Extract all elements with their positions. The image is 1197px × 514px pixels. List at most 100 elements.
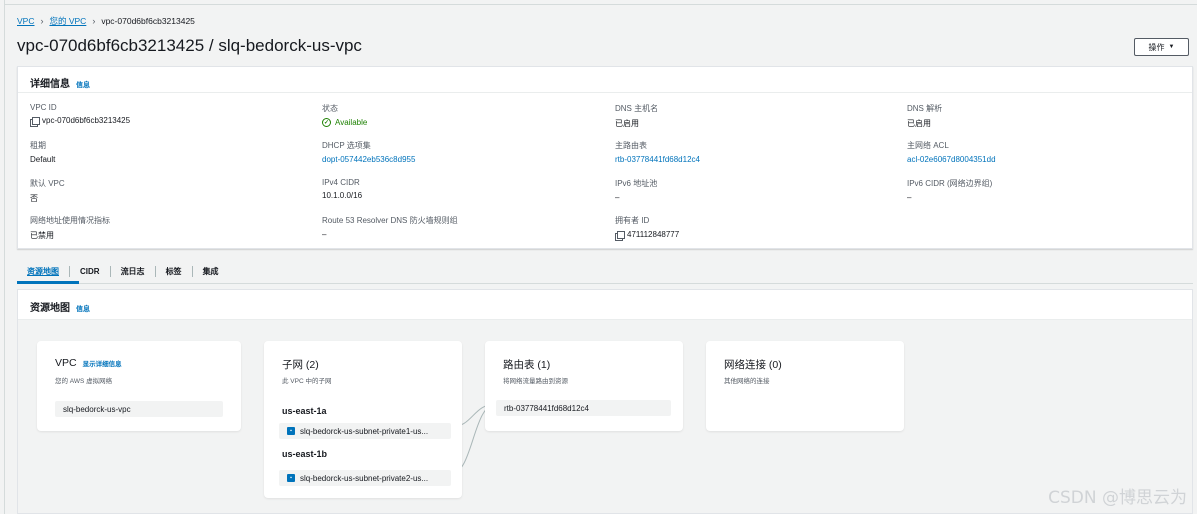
detail-main-acl: 主网络 ACL acl-02e6067d8004351dd: [907, 140, 996, 164]
detail-label: VPC ID: [30, 103, 57, 112]
subnet-card-title-row: 子网 (2): [282, 357, 319, 372]
tab-integrations[interactable]: 集成: [193, 266, 229, 277]
tab-bar: 资源地图 CIDR 流日志 标签 集成: [17, 259, 229, 283]
details-panel: 详细信息 信息 VPC ID vpc-070d6bf6cb3213425 租期 …: [17, 66, 1193, 249]
network-card-subtitle: 其他网络的连接: [724, 378, 770, 385]
details-header: 详细信息 信息: [18, 67, 1192, 93]
check-circle-icon: ✓: [322, 118, 331, 127]
actions-button-label: 操作: [1148, 42, 1165, 52]
breadcrumb-your-vpcs-link[interactable]: 您的 VPC: [49, 15, 86, 27]
detail-ipv4-cidr: IPv4 CIDR 10.1.0.0/16: [322, 178, 362, 200]
detail-vpc-id: VPC ID vpc-070d6bf6cb3213425: [30, 103, 131, 127]
route-table-card: 路由表 (1) 将网络流量路由到资源 rtb-03778441fd68d12c4: [485, 341, 683, 431]
breadcrumb-current: vpc-070d6bf6cb3213425: [101, 16, 195, 26]
detail-route53-firewall: Route 53 Resolver DNS 防火墙规则组 –: [322, 215, 458, 239]
detail-label: 状态: [322, 104, 338, 113]
main-network-acl-link[interactable]: acl-02e6067d8004351dd: [907, 155, 996, 164]
status-badge: Available: [335, 118, 368, 127]
caret-down-icon: ▼: [1168, 44, 1175, 50]
detail-label: 主网络 ACL: [907, 141, 949, 150]
vpc-card-subtitle: 您的 AWS 虚拟网络: [55, 378, 113, 385]
frame-border-top: [4, 4, 1197, 5]
detail-label: 主路由表: [615, 141, 647, 150]
detail-value: –: [907, 193, 912, 202]
detail-value: vpc-070d6bf6cb3213425: [30, 116, 131, 127]
detail-value: 已禁用: [30, 231, 54, 240]
detail-default-vpc: 默认 VPC 否: [30, 178, 65, 204]
detail-dns-resolution: DNS 解析 已启用: [907, 103, 942, 129]
details-info-link[interactable]: 信息: [76, 80, 90, 90]
tabs-divider: [17, 283, 1193, 284]
subnet-name: slq-bedorck-us-subnet-private2-us...: [300, 473, 429, 483]
detail-state: 状态 ✓ Available: [322, 103, 367, 127]
dhcp-options-link[interactable]: dopt-057442eb536c8d955: [322, 155, 415, 164]
detail-label: 拥有者 ID: [615, 216, 650, 225]
detail-label: DNS 解析: [907, 104, 943, 113]
detail-network-usage-metrics: 网络地址使用情况指标 已禁用: [30, 215, 110, 241]
route-table-name: rtb-03778441fd68d12c4: [504, 403, 589, 413]
tab-resource-map[interactable]: 资源地图: [17, 265, 70, 277]
subnet-chip-private2[interactable]: ▪ slq-bedorck-us-subnet-private2-us...: [279, 470, 451, 486]
main-route-table-link[interactable]: rtb-03778441fd68d12c4: [615, 155, 700, 164]
actions-button[interactable]: 操作 ▼: [1134, 38, 1189, 56]
frame-border-left: [4, 0, 5, 514]
network-card-title: 网络连接 (0): [724, 359, 782, 371]
subnet-chip-private1[interactable]: ▪ slq-bedorck-us-subnet-private1-us...: [279, 423, 451, 439]
copy-icon[interactable]: [615, 230, 625, 241]
vpc-resource-chip[interactable]: slq-bedorck-us-vpc: [55, 401, 223, 417]
route-card-subtitle: 将网络流量路由到资源: [503, 378, 568, 385]
chevron-right-icon: ›: [40, 16, 44, 26]
detail-value: 否: [30, 194, 38, 203]
subnet-name: slq-bedorck-us-subnet-private1-us...: [300, 426, 429, 436]
owner-id-value: 471112848777: [627, 230, 680, 239]
detail-label: Route 53 Resolver DNS 防火墙规则组: [322, 216, 458, 225]
detail-label: IPv6 CIDR (网络边界组): [907, 179, 993, 188]
show-details-link[interactable]: 显示详细信息: [83, 358, 122, 368]
subnet-icon: ▪: [287, 474, 295, 482]
tab-flow-logs[interactable]: 流日志: [111, 265, 156, 277]
detail-value: Default: [30, 155, 56, 164]
page-title: vpc-070d6bf6cb3213425 / slq-bedorck-us-v…: [17, 36, 362, 55]
network-connections-card: 网络连接 (0) 其他网络的连接: [706, 341, 904, 431]
subnet-card: 子网 (2) 此 VPC 中的子网 us-east-1a ▪ slq-bedor…: [264, 341, 462, 498]
chevron-right-icon: ›: [92, 16, 96, 26]
subnet-card-subtitle: 此 VPC 中的子网: [282, 378, 332, 385]
detail-ipv6-cidr: IPv6 CIDR (网络边界组) –: [907, 178, 992, 202]
detail-value: –: [322, 230, 327, 239]
detail-dhcp: DHCP 选项集 dopt-057442eb536c8d955: [322, 140, 415, 164]
detail-value: 10.1.0.0/16: [322, 191, 363, 200]
detail-label: 租期: [30, 141, 46, 150]
detail-value: 471112848777: [615, 230, 680, 241]
vpc-id-value: vpc-070d6bf6cb3213425: [42, 116, 131, 125]
detail-label: IPv4 CIDR: [322, 178, 360, 187]
vpc-card-title: VPC: [55, 357, 77, 369]
tab-tags[interactable]: 标签: [156, 265, 193, 277]
route-card-title-row: 路由表 (1): [503, 357, 550, 372]
detail-label: DHCP 选项集: [322, 141, 371, 150]
detail-dns-hostnames: DNS 主机名 已启用: [615, 103, 658, 129]
copy-icon[interactable]: [30, 116, 40, 127]
detail-value: –: [615, 193, 620, 202]
subnet-card-title: 子网 (2): [282, 359, 319, 371]
watermark: CSDN @博思云为: [1048, 488, 1187, 508]
detail-label: 网络地址使用情况指标: [30, 216, 110, 225]
tab-cidr[interactable]: CIDR: [70, 265, 111, 277]
detail-value: 已启用: [615, 119, 639, 128]
detail-value: ✓ Available: [322, 118, 367, 127]
vpc-card-title-row: VPC 显示详细信息: [55, 357, 122, 369]
resource-map-panel: 资源地图 信息 VPC 显示详细信息 您的 AWS 虚拟网络 slq-bedor…: [17, 289, 1193, 514]
breadcrumb: VPC › 您的 VPC › vpc-070d6bf6cb3213425: [17, 15, 195, 27]
breadcrumb-vpc-link[interactable]: VPC: [17, 16, 34, 26]
detail-label: 默认 VPC: [30, 179, 65, 188]
detail-owner-id: 拥有者 ID 471112848777: [615, 215, 680, 241]
detail-tenancy: 租期 Default: [30, 140, 55, 164]
az-label-1b: us-east-1b: [282, 449, 328, 459]
subnet-icon: ▪: [287, 427, 295, 435]
detail-label: DNS 主机名: [615, 104, 659, 113]
detail-value: 已启用: [907, 119, 931, 128]
detail-label: IPv6 地址池: [615, 179, 658, 188]
detail-ipv6-pool: IPv6 地址池 –: [615, 178, 657, 202]
route-table-chip[interactable]: rtb-03778441fd68d12c4: [496, 400, 671, 416]
vpc-resource-name: slq-bedorck-us-vpc: [63, 404, 131, 414]
detail-main-route-table: 主路由表 rtb-03778441fd68d12c4: [615, 140, 700, 164]
